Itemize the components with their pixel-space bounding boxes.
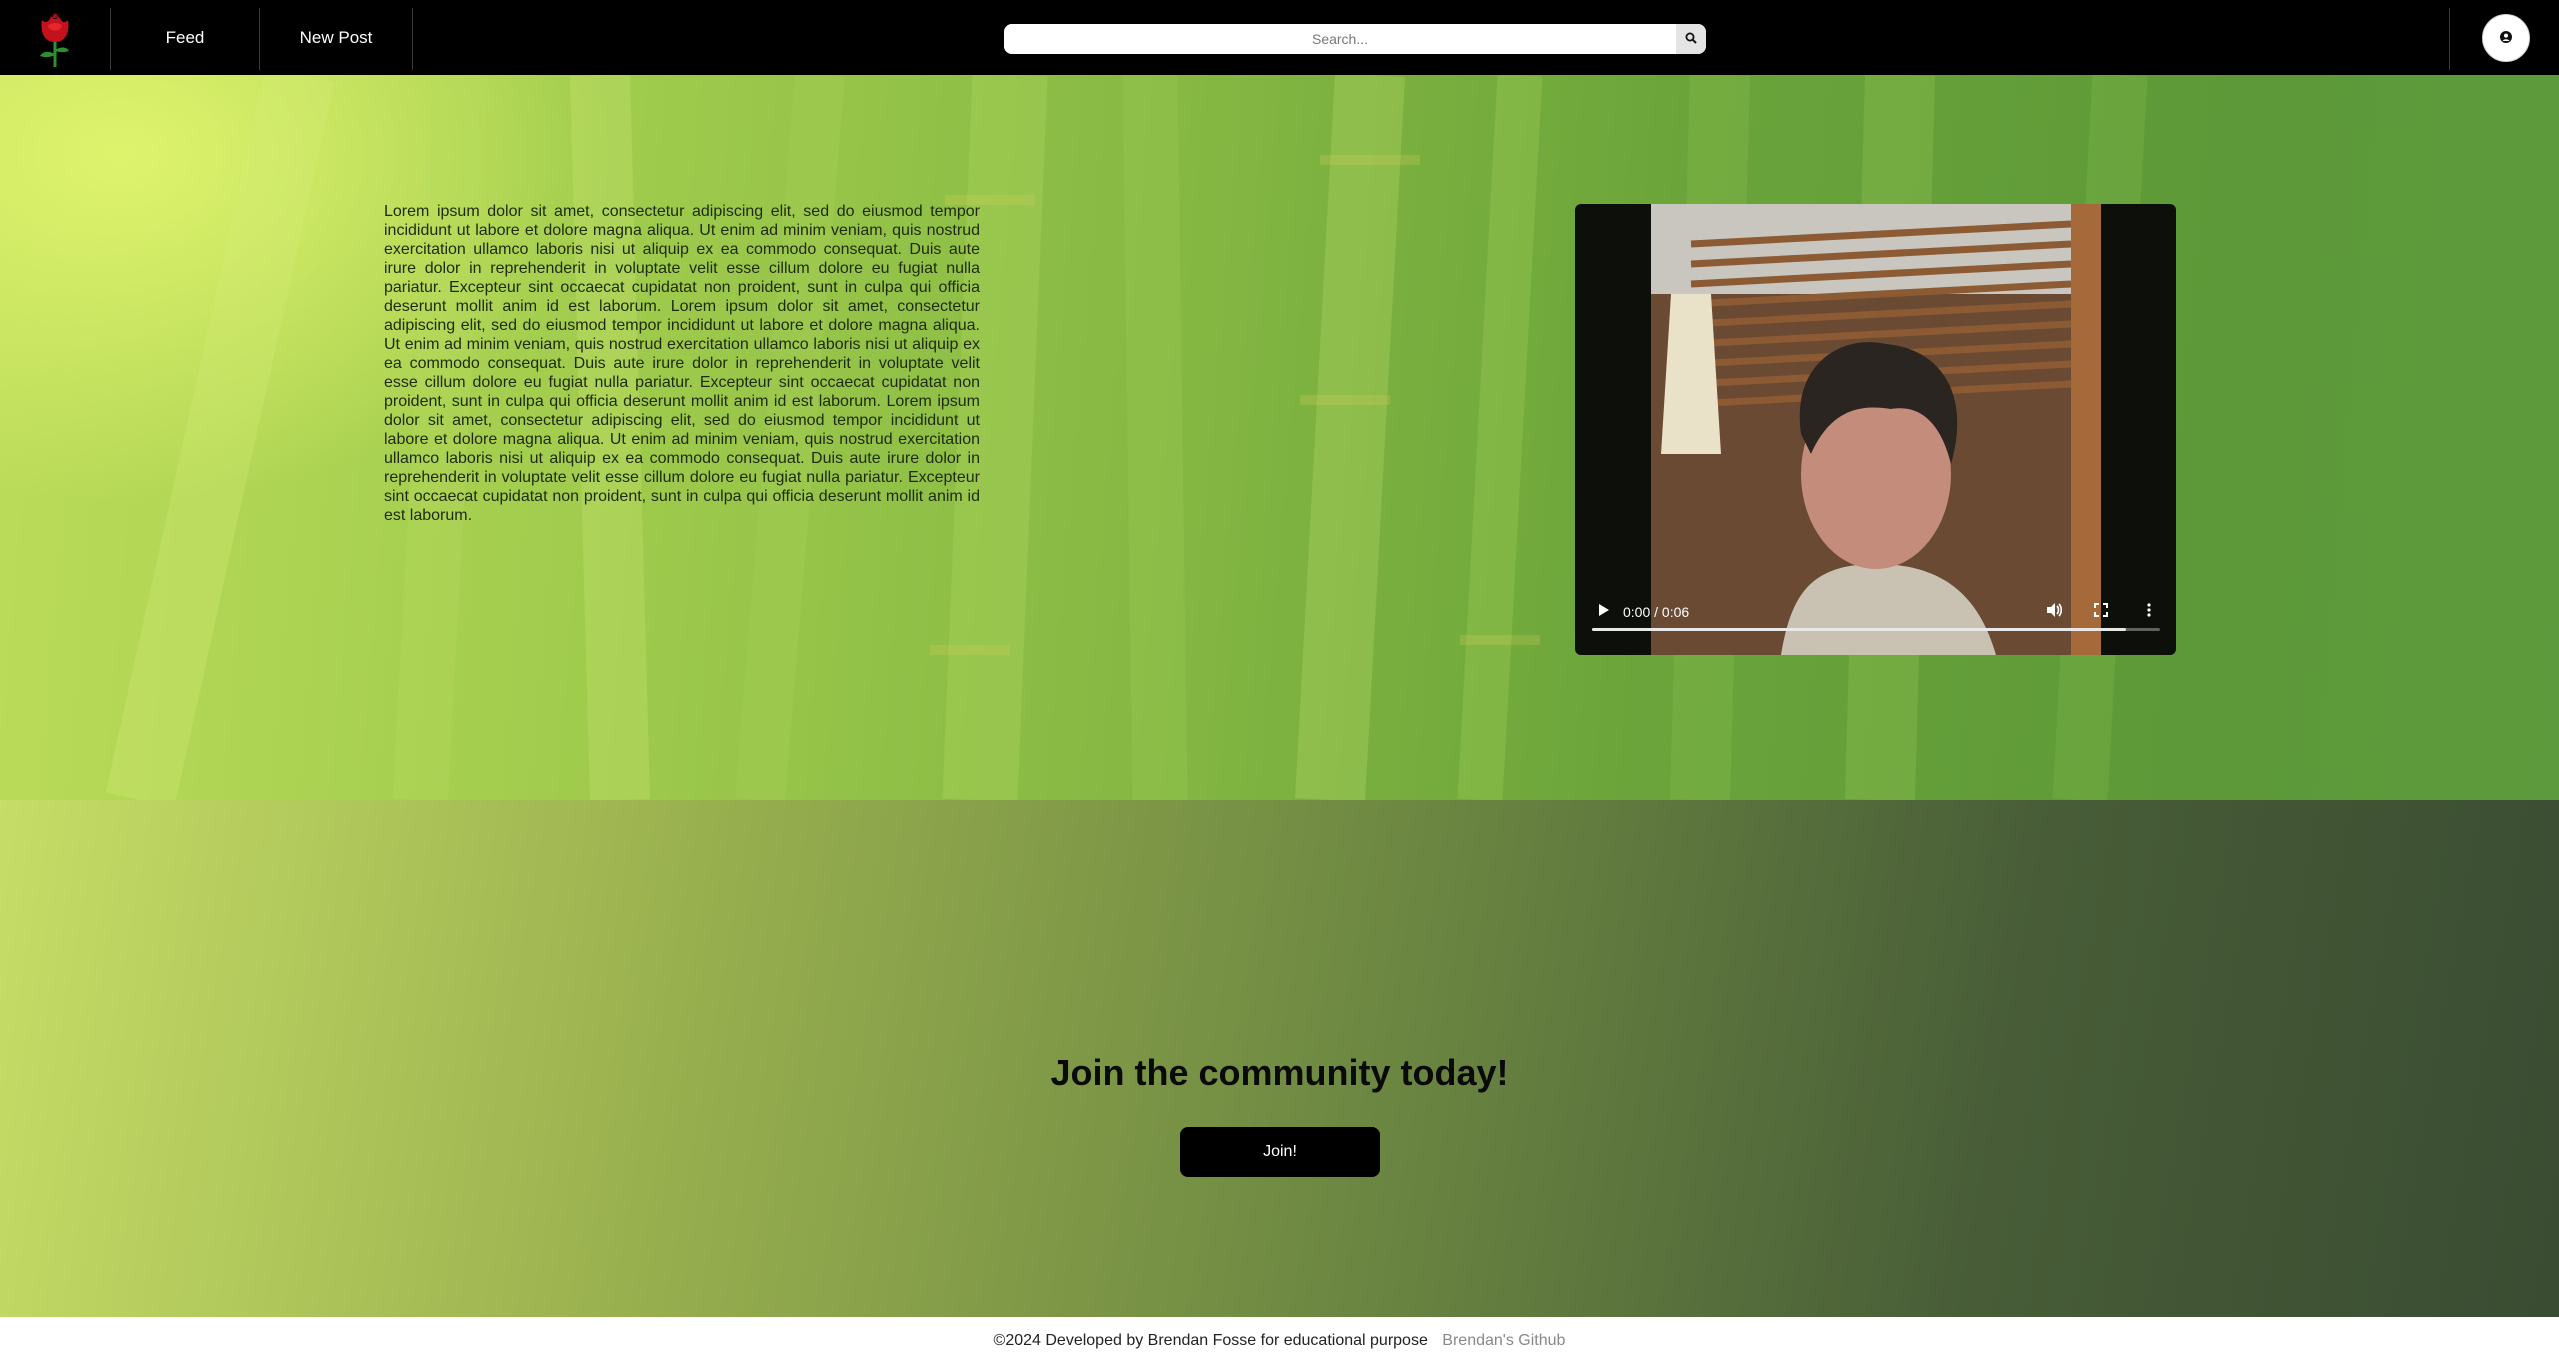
more-vertical-icon[interactable] xyxy=(2141,602,2157,623)
video-controls: 0:00 / 0:06 xyxy=(1575,594,2176,655)
video-frame xyxy=(1651,204,2101,655)
footer: ©2024 Developed by Brendan Fosse for edu… xyxy=(0,1317,2559,1364)
magnifier-icon xyxy=(1685,32,1697,47)
search-button[interactable] xyxy=(1676,24,1706,54)
search-bar xyxy=(1004,24,1706,54)
nav-new-post-link[interactable]: New Post xyxy=(260,0,412,75)
rose-icon[interactable] xyxy=(30,6,80,68)
video-time: 0:00 / 0:06 xyxy=(1623,604,1690,620)
github-link[interactable]: Brendan's Github xyxy=(1442,1332,1565,1349)
play-icon[interactable] xyxy=(1595,602,1611,623)
video-player[interactable]: 0:00 / 0:06 xyxy=(1575,204,2176,655)
join-section: Join the community today! Join! xyxy=(0,800,2559,1317)
nav-feed-link[interactable]: Feed xyxy=(111,0,259,75)
video-progress-bar[interactable] xyxy=(1592,628,2160,631)
nav-divider xyxy=(412,8,413,70)
join-title: Join the community today! xyxy=(1050,1052,1509,1093)
nav-divider xyxy=(2449,8,2450,70)
footer-copyright: ©2024 Developed by Brendan Fosse for edu… xyxy=(993,1332,1428,1349)
profile-button[interactable] xyxy=(2482,14,2530,62)
search-input[interactable] xyxy=(1004,24,1676,54)
video-progress-fill xyxy=(1592,628,2126,631)
fullscreen-icon[interactable] xyxy=(2093,602,2109,623)
hero-body-text: Lorem ipsum dolor sit amet, consectetur … xyxy=(384,203,980,524)
hero-section: Lorem ipsum dolor sit amet, consectetur … xyxy=(0,75,2559,800)
user-circle-icon xyxy=(2500,30,2512,46)
volume-icon[interactable] xyxy=(2045,602,2063,623)
navbar: Feed New Post xyxy=(0,0,2559,75)
join-button[interactable]: Join! xyxy=(1180,1127,1380,1177)
